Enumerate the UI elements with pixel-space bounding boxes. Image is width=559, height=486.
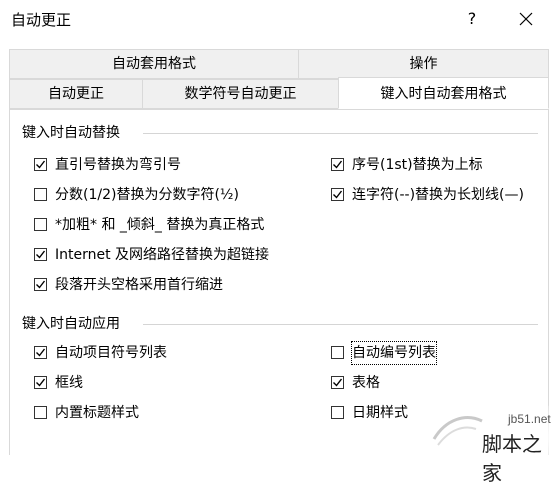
checkbox[interactable] xyxy=(34,346,47,359)
option-label: 连字符(--)替换为长划线(—) xyxy=(352,187,524,203)
checkmark-icon xyxy=(333,378,343,387)
checkbox[interactable] xyxy=(34,376,47,389)
option-label: 自动项目符号列表 xyxy=(55,345,167,361)
tab-autoformat[interactable]: 自动套用格式 xyxy=(9,49,299,79)
option-label: 直引号替换为弯引号 xyxy=(55,157,181,173)
checkmark-icon xyxy=(36,160,46,169)
option-label: 内置标题样式 xyxy=(55,405,139,421)
option-label: 分数(1/2)替换为分数字符(½) xyxy=(55,187,239,203)
group-title-apply: 键入时自动应用 xyxy=(22,316,120,332)
option-label: 序号(1st)替换为上标 xyxy=(352,157,483,173)
tab-autocorrect[interactable]: 自动更正 xyxy=(9,79,143,109)
tab-autoformat-as-you-type[interactable]: 键入时自动套用格式 xyxy=(338,77,549,109)
checkbox[interactable] xyxy=(34,248,47,261)
tab-math-autocorrect[interactable]: 数学符号自动更正 xyxy=(142,79,339,109)
option-label: 表格 xyxy=(352,375,380,391)
checkbox[interactable] xyxy=(34,406,47,419)
checkmark-icon xyxy=(36,280,46,289)
close-icon xyxy=(519,12,533,26)
checkmark-icon xyxy=(36,348,46,357)
option-label: *加粗* 和 _倾斜_ 替换为真正格式 xyxy=(55,217,265,233)
window-title: 自动更正 xyxy=(11,11,72,29)
option-label: 自动编号列表 xyxy=(351,341,437,365)
option-label: 日期样式 xyxy=(352,405,408,421)
tab-row-1: 自动套用格式 操作 xyxy=(9,49,549,79)
checkbox[interactable] xyxy=(34,278,47,291)
checkbox[interactable] xyxy=(34,188,47,201)
tab-actions[interactable]: 操作 xyxy=(298,49,549,79)
checkbox[interactable] xyxy=(331,158,344,171)
option-label: 框线 xyxy=(55,375,83,391)
option-label: 段落开头空格采用首行缩进 xyxy=(55,277,223,293)
title-bar: 自动更正 ? xyxy=(0,0,559,38)
checkmark-icon xyxy=(36,378,46,387)
watermark-url: jb51.net xyxy=(508,412,551,426)
tab-row-2: 自动更正 数学符号自动更正 键入时自动套用格式 xyxy=(9,77,549,109)
close-button[interactable] xyxy=(511,4,541,34)
checkmark-icon xyxy=(36,250,46,259)
checkbox[interactable] xyxy=(331,346,344,359)
checkmark-icon xyxy=(333,160,343,169)
checkbox[interactable] xyxy=(331,406,344,419)
checkbox[interactable] xyxy=(34,158,47,171)
option-label: Internet 及网络路径替换为超链接 xyxy=(55,247,270,263)
group-title-replace: 键入时自动替换 xyxy=(22,125,120,141)
checkmark-icon xyxy=(333,190,343,199)
checkbox[interactable] xyxy=(331,188,344,201)
help-button[interactable]: ? xyxy=(458,4,486,34)
checkbox[interactable] xyxy=(34,218,47,231)
watermark-name: 脚本之家 xyxy=(482,432,542,485)
group-divider xyxy=(143,133,538,134)
group-divider xyxy=(143,324,538,325)
checkbox[interactable] xyxy=(331,376,344,389)
